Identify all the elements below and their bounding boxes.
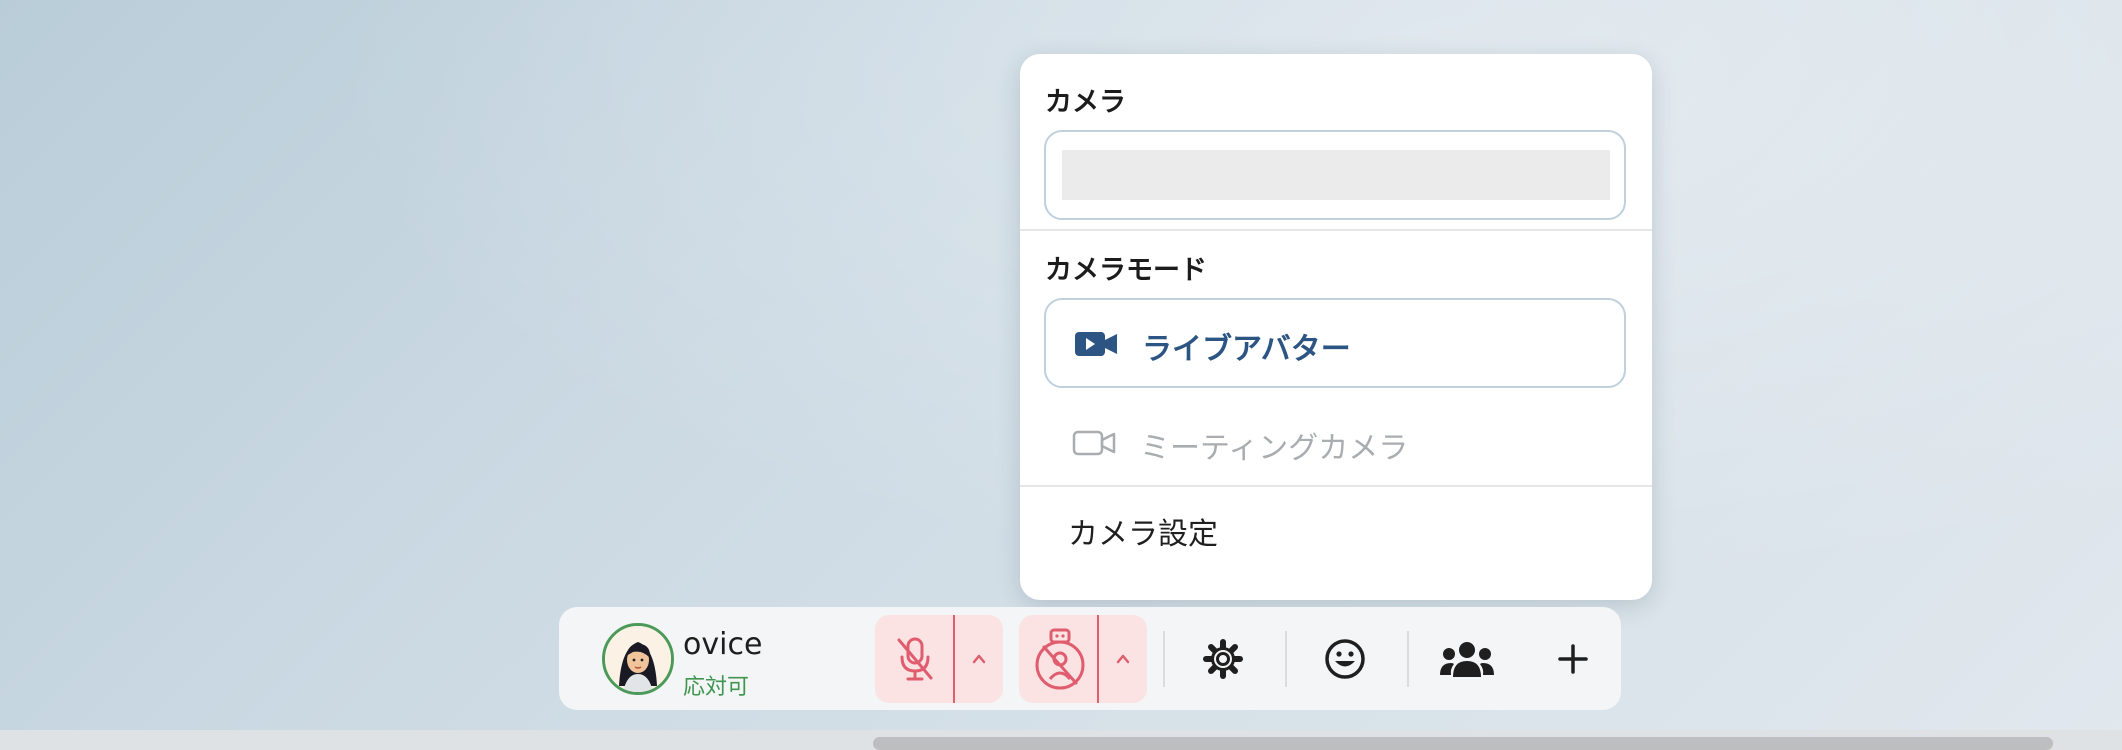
bottom-toolbar: ovice 応対可 [559,607,1621,710]
reaction-button[interactable] [1311,625,1379,693]
smiley-icon [1325,639,1365,679]
camera-settings-link[interactable]: カメラ設定 [1068,509,1218,553]
camera-control-group [1019,615,1147,703]
chevron-up-icon [1116,654,1130,664]
video-camera-filled-icon [1075,332,1117,356]
mode-option-label: ミーティングカメラ [1140,431,1409,466]
mic-muted-icon [897,637,933,681]
people-icon [1440,642,1494,677]
plus-icon [1558,644,1588,674]
chevron-up-icon [972,654,986,664]
camera-section-title: カメラ [1045,87,1126,118]
settings-button[interactable] [1189,625,1257,693]
separator [1285,631,1287,687]
camera-toggle-button[interactable] [1019,615,1097,703]
mic-options-caret[interactable] [955,615,1003,703]
user-avatar-icon[interactable] [602,623,674,695]
camera-options-caret[interactable] [1099,615,1147,703]
divider [1020,229,1652,231]
divider [1020,485,1652,487]
user-status[interactable]: 応対可 [683,669,749,701]
gear-icon [1203,639,1243,679]
people-button[interactable] [1433,625,1501,693]
camera-device-value [1062,150,1610,200]
separator [1163,631,1165,687]
user-name: ovice [683,627,763,662]
horizontal-scrollbar-thumb[interactable] [873,737,2053,750]
mode-option-label: ライブアバター [1142,332,1351,367]
avatar-camera-off-icon [1035,628,1085,690]
mic-control-group [875,615,1003,703]
camera-popover: カメラ カメラモード ライブアバター ミーティングカメラ カメラ設定 [1020,54,1652,600]
mode-option-meeting-camera[interactable]: ミーティングカメラ [1044,399,1626,489]
separator [1407,631,1409,687]
video-camera-outline-icon [1072,430,1116,456]
mic-toggle-button[interactable] [875,615,953,703]
mode-option-live-avatar[interactable]: ライブアバター [1044,298,1626,388]
camera-mode-section-title: カメラモード [1045,255,1207,286]
camera-device-select[interactable] [1044,130,1626,220]
add-button[interactable] [1539,625,1607,693]
